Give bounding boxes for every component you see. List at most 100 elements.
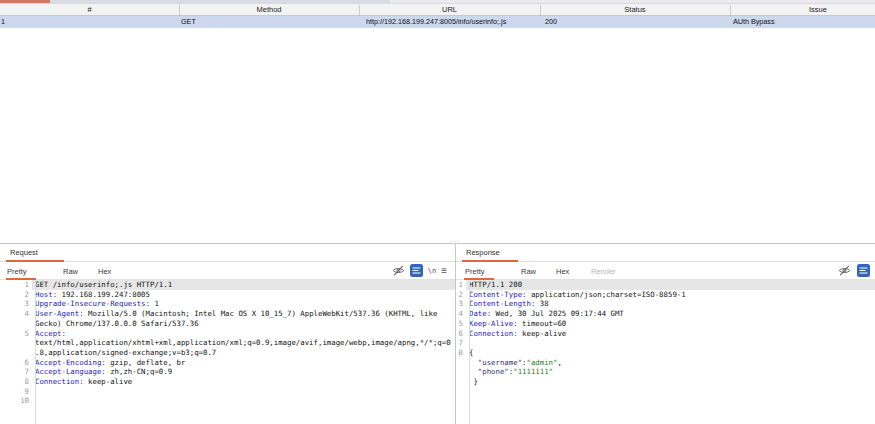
column-header-issue[interactable]: Issue bbox=[730, 5, 875, 15]
code-text bbox=[466, 338, 875, 348]
response-view-tabs: Pretty Raw Hex Render bbox=[456, 262, 875, 280]
tab-pretty[interactable]: Pretty bbox=[465, 267, 485, 276]
code-text: text/html,application/xhtml+xml,applicat… bbox=[32, 338, 455, 348]
code-line: "username":"admin", bbox=[456, 358, 875, 368]
line-number: 5 bbox=[456, 319, 466, 329]
code-text: Content-Length: 38 bbox=[466, 299, 875, 309]
response-tab-label[interactable]: Response bbox=[466, 248, 500, 257]
code-text bbox=[32, 396, 455, 406]
code-line: text/html,application/xhtml+xml,applicat… bbox=[0, 338, 455, 348]
response-editor[interactable]: 1HTTP/1.1 2002Content-Type: application/… bbox=[456, 280, 875, 424]
request-panel-header: Request bbox=[0, 244, 455, 262]
hide-icon[interactable] bbox=[838, 264, 851, 277]
line-number bbox=[0, 338, 32, 348]
code-text: Connection: keep-alive bbox=[32, 377, 455, 387]
code-text: GET /info/userinfo;.js HTTP/1.1 bbox=[32, 280, 455, 290]
column-separator bbox=[179, 5, 180, 15]
line-number bbox=[0, 348, 32, 358]
code-line: 10 bbox=[0, 396, 455, 406]
column-header-url[interactable]: URL bbox=[359, 5, 540, 15]
row-cell-issue[interactable]: AUth Bypass bbox=[733, 16, 775, 28]
line-number: 7 bbox=[0, 367, 32, 377]
code-line: 4Date: Wed, 30 Jul 2025 09:17:44 GMT bbox=[456, 309, 875, 319]
pretty-print-icon[interactable] bbox=[857, 264, 870, 277]
code-line: 7Accept-Language: zh,zh-CN;q=0.9 bbox=[0, 367, 455, 377]
code-text: Host: 192.168.199.247:8005 bbox=[32, 290, 455, 300]
code-line: 2Content-Type: application/json;charset=… bbox=[456, 290, 875, 300]
line-number: 4 bbox=[456, 309, 466, 319]
tab-pretty[interactable]: Pretty bbox=[7, 267, 27, 276]
column-separator bbox=[540, 5, 541, 15]
tab-raw[interactable]: Raw bbox=[521, 267, 536, 276]
code-line: Gecko) Chrome/137.0.0.0 Safari/537.36 bbox=[0, 319, 455, 329]
line-number: 6 bbox=[456, 329, 466, 339]
line-number: 9 bbox=[0, 387, 32, 397]
code-text: "username":"admin", bbox=[466, 358, 875, 368]
code-line: 1GET /info/userinfo;.js HTTP/1.1 bbox=[0, 280, 455, 290]
line-number: 6 bbox=[0, 358, 32, 368]
table-row[interactable]: 1 GET http://192.168.199.247:8005/info/use… bbox=[0, 16, 875, 28]
code-text: .8,application/signed-exchange;v=b3;q=0.… bbox=[32, 348, 455, 358]
newline-icon[interactable]: \n bbox=[428, 267, 436, 275]
request-tab-label[interactable]: Request bbox=[10, 248, 38, 257]
line-number: 3 bbox=[456, 299, 466, 309]
line-number-rule bbox=[35, 280, 36, 424]
hide-icon[interactable] bbox=[392, 264, 405, 277]
request-view-tabs: Pretty Raw Hex \n ≡ bbox=[0, 262, 455, 280]
code-text: Date: Wed, 30 Jul 2025 09:17:44 GMT bbox=[466, 309, 875, 319]
tab-render[interactable]: Render bbox=[591, 267, 616, 276]
request-panel: Request Pretty Raw Hex \n ≡ 1GET /info/u… bbox=[0, 244, 455, 424]
line-number: 4 bbox=[0, 309, 32, 319]
code-line: 5Keep-Alive: timeout=60 bbox=[456, 319, 875, 329]
code-text: HTTP/1.1 200 bbox=[466, 280, 875, 290]
code-line: 3Content-Length: 38 bbox=[456, 299, 875, 309]
menu-icon[interactable]: ≡ bbox=[441, 264, 447, 277]
code-text: Gecko) Chrome/137.0.0.0 Safari/537.36 bbox=[32, 319, 455, 329]
line-number: 7 bbox=[456, 338, 466, 348]
column-separator bbox=[359, 5, 360, 15]
line-number: 1 bbox=[456, 280, 466, 290]
code-line: 6Accept-Encoding: gzip, deflate, br bbox=[0, 358, 455, 368]
code-text: User-Agent: Mozilla/5.0 (Macintosh; Inte… bbox=[32, 309, 455, 319]
line-number: 8 bbox=[0, 377, 32, 387]
line-number bbox=[0, 319, 32, 329]
code-line: 7 bbox=[456, 338, 875, 348]
code-text: Content-Type: application/json;charset=I… bbox=[466, 290, 875, 300]
results-table-header: #MethodURLStatusIssue bbox=[0, 3, 875, 16]
response-panel-header: Response bbox=[456, 244, 875, 262]
line-number: 5 bbox=[0, 329, 32, 339]
code-line: 3Upgrade-Insecure-Requests: 1 bbox=[0, 299, 455, 309]
code-line: 9 bbox=[0, 387, 455, 397]
code-line: 8Connection: keep-alive bbox=[0, 377, 455, 387]
code-line: "phone":"1111111" bbox=[456, 367, 875, 377]
row-cell-url[interactable]: http://192.168.199.247:8005/info/userinf… bbox=[366, 16, 506, 28]
row-cell-method[interactable]: GET bbox=[181, 16, 196, 28]
row-cell--[interactable]: 1 bbox=[1, 16, 5, 28]
code-text: } bbox=[466, 377, 875, 387]
line-number: 3 bbox=[0, 299, 32, 309]
row-cell-status[interactable]: 200 bbox=[545, 16, 557, 28]
code-text: Keep-Alive: timeout=60 bbox=[466, 319, 875, 329]
code-line: .8,application/signed-exchange;v=b3;q=0.… bbox=[0, 348, 455, 358]
tab-hex[interactable]: Hex bbox=[98, 267, 111, 276]
pretty-print-icon[interactable] bbox=[410, 264, 423, 277]
code-text: Accept: bbox=[32, 329, 455, 339]
request-editor[interactable]: 1GET /info/userinfo;.js HTTP/1.12Host: 1… bbox=[0, 280, 455, 424]
code-line: 8{ bbox=[456, 348, 875, 358]
line-number: 2 bbox=[456, 290, 466, 300]
line-number bbox=[456, 358, 466, 368]
tab-raw[interactable]: Raw bbox=[63, 267, 78, 276]
column-header-method[interactable]: Method bbox=[179, 5, 359, 15]
code-text: Accept-Language: zh,zh-CN;q=0.9 bbox=[32, 367, 455, 377]
request-toolbar-icons: \n ≡ bbox=[392, 264, 447, 277]
line-number bbox=[456, 367, 466, 377]
line-number: 8 bbox=[456, 348, 466, 358]
tab-hex[interactable]: Hex bbox=[556, 267, 569, 276]
code-line: } bbox=[456, 377, 875, 387]
code-text: Upgrade-Insecure-Requests: 1 bbox=[32, 299, 455, 309]
line-number-rule bbox=[469, 280, 470, 424]
column-header-status[interactable]: Status bbox=[540, 5, 730, 15]
code-line: 6Connection: keep-alive bbox=[456, 329, 875, 339]
column-separator bbox=[730, 5, 731, 15]
column-header--[interactable]: # bbox=[0, 5, 179, 15]
